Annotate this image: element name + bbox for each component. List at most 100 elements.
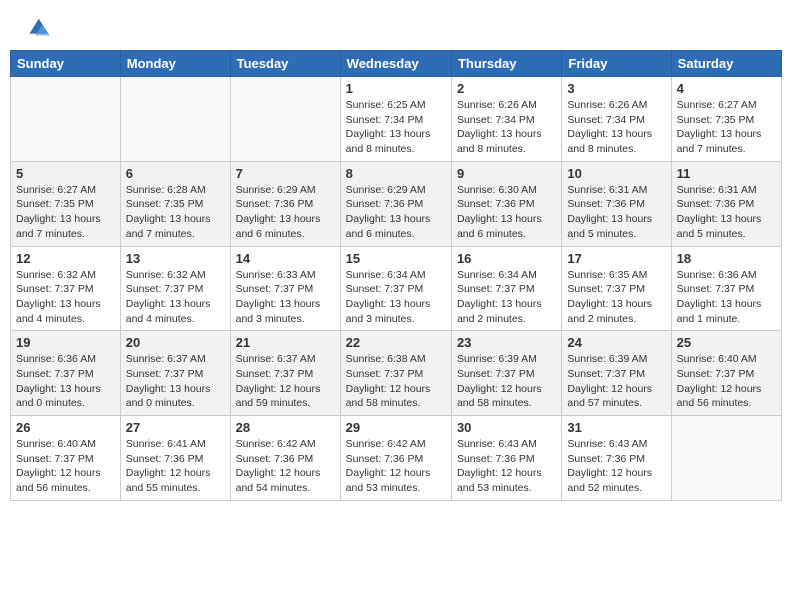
calendar-cell: 17 Sunrise: 6:35 AM Sunset: 7:37 PM Dayli… [562, 246, 671, 331]
logo-icon [22, 15, 50, 43]
calendar-cell: 3Sunrise: 6:26 AM Sunset: 7:34 PM Daylig… [562, 77, 671, 162]
day-number: 14 [236, 251, 335, 266]
calendar-week-row: 5 Sunrise: 6:27 AM Sunset: 7:35 PM Daylig… [11, 161, 782, 246]
calendar-cell: 29 Sunrise: 6:42 AM Sunset: 7:36 PM Dayli… [340, 416, 451, 501]
day-number: 5 [16, 166, 115, 181]
day-number: 31 [567, 420, 665, 435]
day-info: Sunrise: 6:32 AM Sunset: 7:37 PM Dayligh… [126, 268, 225, 327]
weekday-header-wednesday: Wednesday [340, 51, 451, 77]
day-number: 18 [677, 251, 776, 266]
calendar-week-row: 26 Sunrise: 6:40 AM Sunset: 7:37 PM Dayli… [11, 416, 782, 501]
calendar-cell: 6 Sunrise: 6:28 AM Sunset: 7:35 PM Daylig… [120, 161, 230, 246]
weekday-header-monday: Monday [120, 51, 230, 77]
calendar-cell [671, 416, 781, 501]
day-number: 1 [346, 81, 446, 96]
calendar-cell: 24 Sunrise: 6:39 AM Sunset: 7:37 PM Dayli… [562, 331, 671, 416]
day-number: 28 [236, 420, 335, 435]
calendar-cell: 14 Sunrise: 6:33 AM Sunset: 7:37 PM Dayli… [230, 246, 340, 331]
calendar-cell: 31 Sunrise: 6:43 AM Sunset: 7:36 PM Dayli… [562, 416, 671, 501]
day-number: 6 [126, 166, 225, 181]
day-info: Sunrise: 6:38 AM Sunset: 7:37 PM Dayligh… [346, 352, 446, 411]
day-info: Sunrise: 6:27 AM Sunset: 7:35 PM Dayligh… [677, 98, 776, 157]
calendar-cell: 18 Sunrise: 6:36 AM Sunset: 7:37 PM Dayli… [671, 246, 781, 331]
day-number: 2 [457, 81, 556, 96]
calendar-cell: 16 Sunrise: 6:34 AM Sunset: 7:37 PM Dayli… [451, 246, 561, 331]
day-info: Sunrise: 6:36 AM Sunset: 7:37 PM Dayligh… [16, 352, 115, 411]
day-info: Sunrise: 6:30 AM Sunset: 7:36 PM Dayligh… [457, 183, 556, 242]
day-number: 20 [126, 335, 225, 350]
day-info: Sunrise: 6:37 AM Sunset: 7:37 PM Dayligh… [126, 352, 225, 411]
header [10, 10, 782, 42]
calendar-week-row: 19Sunrise: 6:36 AM Sunset: 7:37 PM Dayli… [11, 331, 782, 416]
day-info: Sunrise: 6:37 AM Sunset: 7:37 PM Dayligh… [236, 352, 335, 411]
day-number: 24 [567, 335, 665, 350]
day-info: Sunrise: 6:31 AM Sunset: 7:36 PM Dayligh… [677, 183, 776, 242]
calendar-week-row: 12Sunrise: 6:32 AM Sunset: 7:37 PM Dayli… [11, 246, 782, 331]
day-info: Sunrise: 6:42 AM Sunset: 7:36 PM Dayligh… [346, 437, 446, 496]
calendar-cell: 10 Sunrise: 6:31 AM Sunset: 7:36 PM Dayli… [562, 161, 671, 246]
weekday-header-thursday: Thursday [451, 51, 561, 77]
day-number: 13 [126, 251, 225, 266]
calendar-cell: 30 Sunrise: 6:43 AM Sunset: 7:36 PM Dayli… [451, 416, 561, 501]
day-info: Sunrise: 6:36 AM Sunset: 7:37 PM Dayligh… [677, 268, 776, 327]
logo [20, 15, 50, 37]
calendar-cell: 8Sunrise: 6:29 AM Sunset: 7:36 PM Daylig… [340, 161, 451, 246]
day-number: 22 [346, 335, 446, 350]
day-number: 25 [677, 335, 776, 350]
calendar-cell: 20 Sunrise: 6:37 AM Sunset: 7:37 PM Dayli… [120, 331, 230, 416]
calendar-cell [11, 77, 121, 162]
day-info: Sunrise: 6:31 AM Sunset: 7:36 PM Dayligh… [567, 183, 665, 242]
day-number: 17 [567, 251, 665, 266]
day-number: 30 [457, 420, 556, 435]
day-info: Sunrise: 6:28 AM Sunset: 7:35 PM Dayligh… [126, 183, 225, 242]
day-info: Sunrise: 6:29 AM Sunset: 7:36 PM Dayligh… [236, 183, 335, 242]
day-info: Sunrise: 6:26 AM Sunset: 7:34 PM Dayligh… [457, 98, 556, 157]
day-info: Sunrise: 6:27 AM Sunset: 7:35 PM Dayligh… [16, 183, 115, 242]
day-info: Sunrise: 6:34 AM Sunset: 7:37 PM Dayligh… [346, 268, 446, 327]
weekday-header-sunday: Sunday [11, 51, 121, 77]
weekday-header-friday: Friday [562, 51, 671, 77]
day-number: 26 [16, 420, 115, 435]
day-number: 16 [457, 251, 556, 266]
calendar-cell: 22 Sunrise: 6:38 AM Sunset: 7:37 PM Dayli… [340, 331, 451, 416]
day-number: 29 [346, 420, 446, 435]
weekday-header-saturday: Saturday [671, 51, 781, 77]
day-info: Sunrise: 6:43 AM Sunset: 7:36 PM Dayligh… [457, 437, 556, 496]
calendar-cell: 19Sunrise: 6:36 AM Sunset: 7:37 PM Dayli… [11, 331, 121, 416]
day-info: Sunrise: 6:40 AM Sunset: 7:37 PM Dayligh… [677, 352, 776, 411]
day-info: Sunrise: 6:35 AM Sunset: 7:37 PM Dayligh… [567, 268, 665, 327]
day-info: Sunrise: 6:40 AM Sunset: 7:37 PM Dayligh… [16, 437, 115, 496]
day-info: Sunrise: 6:25 AM Sunset: 7:34 PM Dayligh… [346, 98, 446, 157]
day-number: 4 [677, 81, 776, 96]
calendar-cell: 21Sunrise: 6:37 AM Sunset: 7:37 PM Dayli… [230, 331, 340, 416]
calendar-cell: 15Sunrise: 6:34 AM Sunset: 7:37 PM Dayli… [340, 246, 451, 331]
day-number: 9 [457, 166, 556, 181]
calendar-cell: 12Sunrise: 6:32 AM Sunset: 7:37 PM Dayli… [11, 246, 121, 331]
calendar-cell: 23 Sunrise: 6:39 AM Sunset: 7:37 PM Dayli… [451, 331, 561, 416]
calendar-cell: 11Sunrise: 6:31 AM Sunset: 7:36 PM Dayli… [671, 161, 781, 246]
weekday-header-tuesday: Tuesday [230, 51, 340, 77]
calendar-cell: 27Sunrise: 6:41 AM Sunset: 7:36 PM Dayli… [120, 416, 230, 501]
day-info: Sunrise: 6:43 AM Sunset: 7:36 PM Dayligh… [567, 437, 665, 496]
day-info: Sunrise: 6:32 AM Sunset: 7:37 PM Dayligh… [16, 268, 115, 327]
calendar-cell: 28 Sunrise: 6:42 AM Sunset: 7:36 PM Dayli… [230, 416, 340, 501]
calendar-cell: 1 Sunrise: 6:25 AM Sunset: 7:34 PM Daylig… [340, 77, 451, 162]
calendar-cell: 2 Sunrise: 6:26 AM Sunset: 7:34 PM Daylig… [451, 77, 561, 162]
calendar-cell: 25 Sunrise: 6:40 AM Sunset: 7:37 PM Dayli… [671, 331, 781, 416]
day-info: Sunrise: 6:42 AM Sunset: 7:36 PM Dayligh… [236, 437, 335, 496]
day-number: 10 [567, 166, 665, 181]
day-info: Sunrise: 6:33 AM Sunset: 7:37 PM Dayligh… [236, 268, 335, 327]
calendar-cell: 5 Sunrise: 6:27 AM Sunset: 7:35 PM Daylig… [11, 161, 121, 246]
day-number: 7 [236, 166, 335, 181]
calendar-cell: 13 Sunrise: 6:32 AM Sunset: 7:37 PM Dayli… [120, 246, 230, 331]
day-number: 8 [346, 166, 446, 181]
calendar-cell [120, 77, 230, 162]
calendar-week-row: 1 Sunrise: 6:25 AM Sunset: 7:34 PM Daylig… [11, 77, 782, 162]
day-number: 23 [457, 335, 556, 350]
day-info: Sunrise: 6:26 AM Sunset: 7:34 PM Dayligh… [567, 98, 665, 157]
calendar-cell [230, 77, 340, 162]
day-info: Sunrise: 6:39 AM Sunset: 7:37 PM Dayligh… [457, 352, 556, 411]
day-number: 27 [126, 420, 225, 435]
day-info: Sunrise: 6:39 AM Sunset: 7:37 PM Dayligh… [567, 352, 665, 411]
day-info: Sunrise: 6:34 AM Sunset: 7:37 PM Dayligh… [457, 268, 556, 327]
